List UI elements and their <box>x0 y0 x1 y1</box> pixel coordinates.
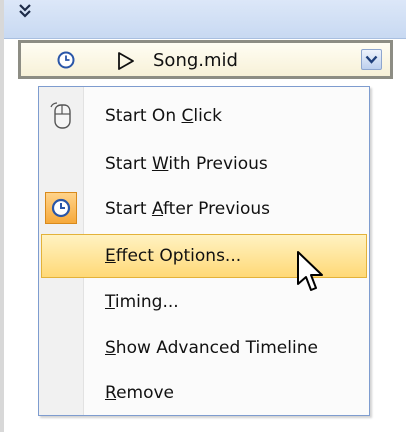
mouse-icon <box>47 101 77 131</box>
custom-animation-header <box>4 0 406 39</box>
checked-indicator <box>45 192 77 224</box>
animation-item-label: Song.mid <box>153 50 238 71</box>
menu-item-label: Show Advanced Timeline <box>105 338 318 358</box>
arrow-cursor-icon <box>296 250 326 298</box>
menu-item-remove[interactable]: Remove <box>41 371 367 415</box>
animation-dropdown-button[interactable] <box>361 49 382 70</box>
menu-item-show-advanced-timeline[interactable]: Show Advanced Timeline <box>41 326 367 370</box>
chevron-down-icon <box>365 55 378 64</box>
pane-left-border <box>0 0 4 432</box>
menu-item-start-on-click[interactable]: Start On Click <box>41 94 367 138</box>
clock-icon <box>51 198 71 218</box>
menu-item-label: Start With Previous <box>105 154 268 174</box>
menu-item-label: Timing... <box>105 292 179 312</box>
menu-item-start-after-previous[interactable]: Start After Previous <box>41 187 367 231</box>
menu-item-label: Start On Click <box>105 106 223 126</box>
menu-item-label: Remove <box>105 383 175 403</box>
menu-item-label: Start After Previous <box>105 199 271 219</box>
play-triangle-icon <box>116 51 136 71</box>
menu-item-label: Effect Options... <box>105 246 242 266</box>
animation-list-item[interactable]: Song.mid <box>18 40 393 79</box>
menu-item-start-with-previous[interactable]: Start With Previous <box>41 142 367 186</box>
double-chevron-down-icon[interactable] <box>16 2 34 22</box>
clock-icon <box>57 51 75 69</box>
